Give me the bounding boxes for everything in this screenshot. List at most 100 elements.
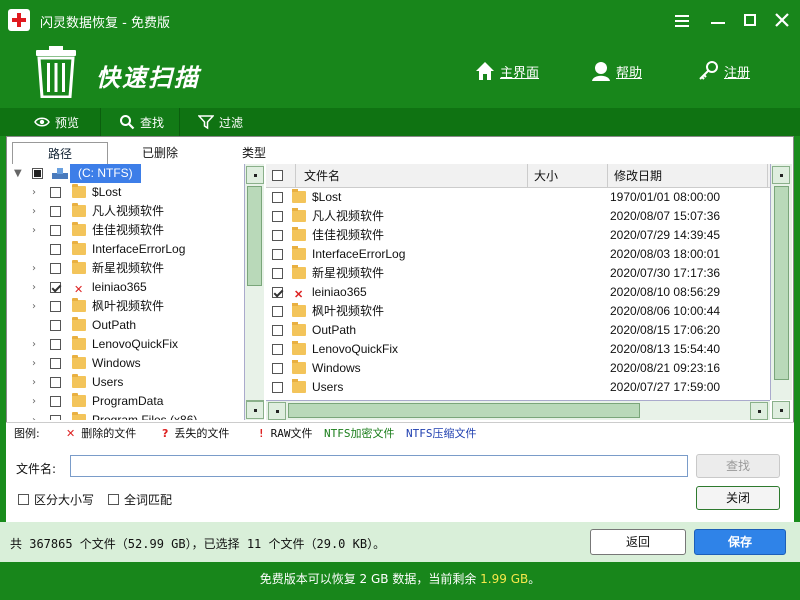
tree-item[interactable]: › 佳佳视频软件 <box>8 221 244 240</box>
list-scroll-thumb[interactable] <box>774 186 789 380</box>
expand-arrow-icon[interactable]: › <box>32 183 42 202</box>
expand-arrow-icon[interactable]: › <box>32 202 42 221</box>
menu-icon[interactable] <box>668 8 696 34</box>
tree-item-checkbox[interactable] <box>50 301 61 312</box>
whole-word-checkbox[interactable] <box>108 494 119 505</box>
row-checkbox[interactable] <box>272 211 283 222</box>
column-header-modified[interactable]: 修改日期 <box>608 164 768 188</box>
expand-arrow-icon[interactable]: › <box>32 392 42 411</box>
column-header-size[interactable]: 大小 <box>528 164 608 188</box>
tree-root-drive[interactable]: ▼ (C: NTFS) <box>8 164 244 183</box>
tab-type[interactable]: 类型 <box>206 142 302 164</box>
tree-root-checkbox[interactable] <box>32 168 43 179</box>
tree-vertical-scrollbar[interactable] <box>244 164 264 420</box>
maximize-icon[interactable] <box>736 8 764 34</box>
list-scroll-left-button[interactable] <box>268 402 286 420</box>
expand-arrow-icon[interactable]: › <box>32 354 42 373</box>
expand-arrow-icon[interactable]: › <box>32 335 42 354</box>
expand-arrow-icon[interactable]: › <box>32 278 42 297</box>
table-row[interactable]: OutPath2020/08/15 17:06:202 <box>266 321 770 340</box>
table-row[interactable]: 新星视频软件2020/07/30 17:17:362 <box>266 264 770 283</box>
table-row[interactable]: 凡人视频软件2020/08/07 15:07:362 <box>266 207 770 226</box>
tree-item[interactable]: OutPath <box>8 316 244 335</box>
row-checkbox[interactable] <box>272 306 283 317</box>
tree-item-checkbox[interactable] <box>50 282 61 293</box>
home-nav-button[interactable]: 主界面 <box>474 58 539 84</box>
list-horizontal-scrollbar[interactable] <box>266 400 770 420</box>
tree-item[interactable]: InterfaceErrorLog <box>8 240 244 259</box>
register-nav-label[interactable]: 注册 <box>724 62 750 81</box>
row-checkbox[interactable] <box>272 230 283 241</box>
tree-item-checkbox[interactable] <box>50 263 61 274</box>
tree-item[interactable]: › ProgramData <box>8 392 244 411</box>
case-sensitive-option[interactable]: 区分大小写 <box>18 491 94 508</box>
tree-item-checkbox[interactable] <box>50 225 61 236</box>
search-button[interactable]: 查找 <box>100 108 180 136</box>
tree-item-checkbox[interactable] <box>50 187 61 198</box>
tree-item[interactable]: › 凡人视频软件 <box>8 202 244 221</box>
table-row[interactable]: $Lost 1970/01/01 08:00:00 <box>266 188 770 207</box>
back-button[interactable]: 返回 <box>590 529 686 555</box>
tree-item-checkbox[interactable] <box>50 339 61 350</box>
help-nav-button[interactable]: 帮助 <box>590 58 642 84</box>
tree-item-checkbox[interactable] <box>50 396 61 407</box>
help-nav-label[interactable]: 帮助 <box>616 62 642 81</box>
preview-button[interactable]: 预览 <box>34 108 104 136</box>
tree-item[interactable]: › Windows <box>8 354 244 373</box>
tree-item[interactable]: › 枫叶视频软件 <box>8 297 244 316</box>
list-vertical-scrollbar[interactable] <box>770 164 792 400</box>
table-row[interactable]: LenovoQuickFix2020/08/13 15:54:402 <box>266 340 770 359</box>
filename-input[interactable] <box>70 455 688 477</box>
case-sensitive-checkbox[interactable] <box>18 494 29 505</box>
row-checkbox[interactable] <box>272 382 283 393</box>
tree-item-checkbox[interactable] <box>50 415 61 420</box>
table-row[interactable]: Users2020/07/27 17:59:002 <box>266 378 770 397</box>
tree-item-checkbox[interactable] <box>50 244 61 255</box>
tree-item-checkbox[interactable] <box>50 320 61 331</box>
save-button[interactable]: 保存 <box>694 529 786 555</box>
list-scroll-right-button[interactable] <box>750 402 768 420</box>
select-all-checkbox[interactable] <box>272 170 283 181</box>
row-checkbox[interactable] <box>272 249 283 260</box>
expand-arrow-icon[interactable]: › <box>32 259 42 278</box>
tree-item[interactable]: › $Lost <box>8 183 244 202</box>
tree-item-checkbox[interactable] <box>50 206 61 217</box>
row-checkbox[interactable] <box>272 192 283 203</box>
row-checkbox[interactable] <box>272 325 283 336</box>
table-row[interactable]: 佳佳视频软件2020/07/29 14:39:452 <box>266 226 770 245</box>
table-row[interactable]: InterfaceErrorLog2020/08/03 18:00:012 <box>266 245 770 264</box>
row-checkbox[interactable] <box>272 363 283 374</box>
expand-arrow-icon[interactable]: › <box>32 221 42 240</box>
tree-item[interactable]: › Users <box>8 373 244 392</box>
expand-arrow-icon[interactable]: › <box>32 411 42 420</box>
tree-item[interactable]: › Program Files (x86) <box>8 411 244 420</box>
column-header-name[interactable]: 文件名 <box>296 164 528 188</box>
tree-scroll-thumb[interactable] <box>247 186 262 286</box>
filter-button[interactable]: 过滤 <box>198 108 268 136</box>
list-hscroll-thumb[interactable] <box>288 403 640 418</box>
tree-item-checkbox[interactable] <box>50 358 61 369</box>
row-checkbox[interactable] <box>272 268 283 279</box>
tree-item-checkbox[interactable] <box>50 377 61 388</box>
tree-item[interactable]: › ✕ leiniao365 <box>8 278 244 297</box>
expand-arrow-icon[interactable]: › <box>32 373 42 392</box>
home-nav-label[interactable]: 主界面 <box>500 62 539 81</box>
close-icon[interactable] <box>768 8 796 34</box>
register-nav-button[interactable]: 注册 <box>698 58 750 84</box>
header-select-all[interactable] <box>266 164 296 188</box>
row-checkbox[interactable] <box>272 344 283 355</box>
row-checkbox[interactable] <box>272 287 283 298</box>
table-row[interactable]: Windows2020/08/21 09:23:162 <box>266 359 770 378</box>
expand-arrow-icon[interactable]: ▼ <box>14 164 24 183</box>
find-button[interactable]: 查找 <box>696 454 780 478</box>
close-search-button[interactable]: 关闭 <box>696 486 780 510</box>
tree-item[interactable]: › 新星视频软件 <box>8 259 244 278</box>
table-row[interactable]: 枫叶视频软件2020/08/06 10:00:442 <box>266 302 770 321</box>
list-scroll-up-button[interactable] <box>772 166 790 184</box>
tab-deleted[interactable]: 已删除 <box>112 142 208 164</box>
table-row[interactable]: ✕leiniao3652020/08/10 08:56:292 <box>266 283 770 302</box>
tree-scroll-up-button[interactable] <box>246 166 264 184</box>
tab-path[interactable]: 路径 <box>12 142 108 164</box>
tree-item[interactable]: › LenovoQuickFix <box>8 335 244 354</box>
whole-word-option[interactable]: 全词匹配 <box>108 491 172 508</box>
